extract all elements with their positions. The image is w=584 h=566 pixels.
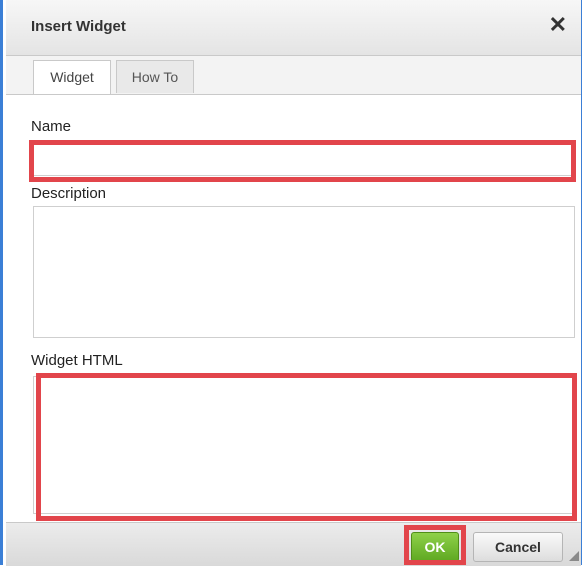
- dialog-title: Insert Widget: [31, 18, 126, 35]
- tab-bar: Widget How To: [6, 56, 581, 95]
- name-input[interactable]: [33, 144, 575, 176]
- dialog-titlebar[interactable]: Insert Widget ✕: [6, 0, 581, 56]
- close-icon[interactable]: ✕: [549, 14, 567, 36]
- description-label: Description: [31, 185, 107, 202]
- tab-how-to[interactable]: How To: [116, 60, 194, 93]
- name-label: Name: [31, 118, 72, 135]
- cancel-button[interactable]: Cancel: [473, 532, 563, 562]
- ok-button[interactable]: OK: [411, 532, 459, 562]
- resize-grip-icon[interactable]: [569, 551, 579, 561]
- dialog-edge: [581, 0, 582, 565]
- description-textarea[interactable]: [33, 206, 575, 338]
- widget-html-textarea[interactable]: [33, 376, 575, 514]
- tab-widget[interactable]: Widget: [33, 60, 111, 94]
- insert-widget-dialog: Insert Widget ✕ Widget How To Name Descr…: [0, 0, 584, 566]
- widget-html-label: Widget HTML: [31, 352, 123, 369]
